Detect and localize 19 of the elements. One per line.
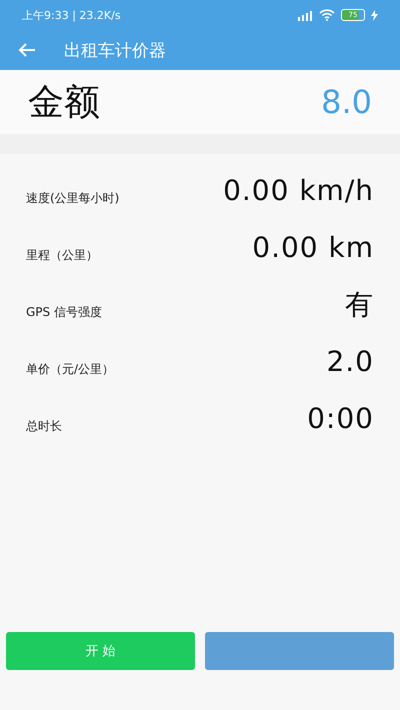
app-title: 出租车计价器 — [64, 40, 166, 62]
status-time: 上午9:33 | 23.2K/s — [22, 8, 121, 22]
field-value: 0.00 km — [252, 231, 374, 264]
field-value: 2.0 — [326, 345, 374, 378]
field-value: 有 — [345, 286, 374, 322]
field-label: 里程（公里） — [26, 247, 98, 264]
field-label: 单价（元/公里） — [26, 361, 114, 378]
amount-label: 金额 — [28, 80, 100, 124]
wifi-icon — [319, 9, 335, 21]
amount-value: 8.0 — [321, 83, 372, 121]
field-label: 总时长 — [26, 418, 62, 435]
signal-icon — [295, 10, 313, 20]
field-value: 0.00 km/h — [223, 174, 374, 207]
field-value: 0:00 — [307, 402, 374, 435]
bolt-icon — [371, 10, 378, 20]
back-icon[interactable] — [18, 43, 36, 57]
field-label: 速度(公里每小时) — [26, 190, 120, 207]
field-label: GPS 信号强度 — [26, 304, 102, 321]
start-button[interactable]: 开 始 — [6, 632, 195, 670]
